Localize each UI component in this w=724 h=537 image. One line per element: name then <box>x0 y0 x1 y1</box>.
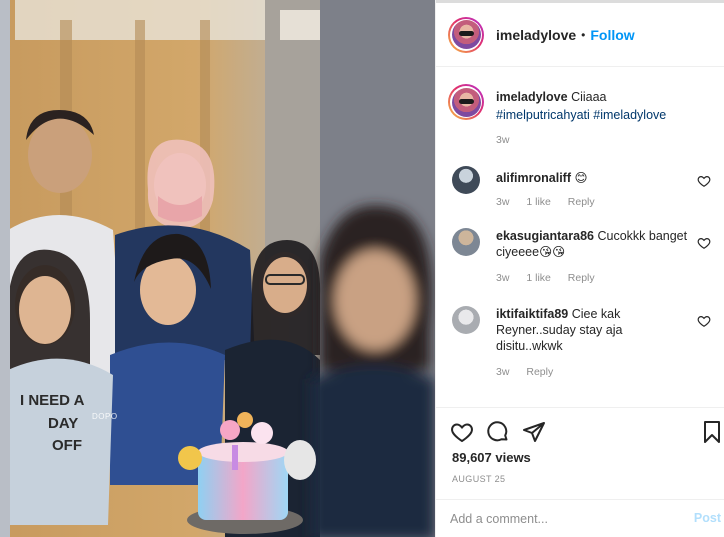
heart-icon[interactable] <box>450 420 474 444</box>
comment-time[interactable]: 3w <box>496 272 509 284</box>
bookmark-icon[interactable] <box>700 420 724 444</box>
comment-input[interactable] <box>450 508 670 530</box>
post-media[interactable]: I NEED A DAY OFF DOPO <box>0 0 435 537</box>
post-comment-button[interactable]: Post <box>694 511 721 525</box>
comment-text-block: alifimronaliff 😊 <box>496 170 691 186</box>
comment-text-block: iktifaiktifa89 Ciee kak Reyner..suday st… <box>496 306 691 354</box>
shirt-text: OFF <box>52 437 82 454</box>
comment-meta: 3w 1 like Reply <box>496 272 609 284</box>
comment-icon[interactable] <box>486 420 510 444</box>
comment-like-heart-icon[interactable] <box>697 314 711 328</box>
comment-meta: 3w Reply <box>496 366 567 378</box>
caption-text-block: imeladylove Ciiaaa #imelputricahyati #im… <box>496 88 711 124</box>
caption-username[interactable]: imeladylove <box>496 90 568 104</box>
commenter-avatar[interactable] <box>452 306 480 334</box>
comment-likes[interactable]: 1 like <box>526 272 551 284</box>
reply-button[interactable]: Reply <box>568 272 595 284</box>
comment-composer: Post <box>436 499 724 537</box>
comments-list[interactable]: imeladylove Ciiaaa #imelputricahyati #im… <box>436 68 724 406</box>
comment-text: 😊 <box>574 171 588 185</box>
media-edge-strip <box>0 0 10 537</box>
caption-text: Ciiaaa <box>571 90 607 104</box>
views-count[interactable]: 89,607 views <box>452 450 531 465</box>
share-icon[interactable] <box>522 420 546 444</box>
separator-dot: • <box>581 27 586 42</box>
reply-button[interactable]: Reply <box>526 366 553 378</box>
hashtag-link[interactable]: #imelputricahyati <box>496 108 590 122</box>
post-actions: 89,607 views August 25 <box>436 407 724 499</box>
commenter-avatar[interactable] <box>452 228 480 256</box>
comment-likes[interactable]: 1 like <box>526 196 551 208</box>
post-header: imeladylove • Follow <box>436 3 724 67</box>
media-illustration: I NEED A DAY OFF <box>0 0 435 537</box>
comment-like-heart-icon[interactable] <box>697 174 711 188</box>
caption-time[interactable]: 3w <box>496 134 509 146</box>
commenter-username[interactable]: iktifaiktifa89 <box>496 307 568 321</box>
post-sidebar: imeladylove • Follow imeladylove Ciiaaa … <box>435 0 724 537</box>
shirt-text: DAY <box>48 415 78 432</box>
comment-meta: 3w 1 like Reply <box>496 196 609 208</box>
author-username[interactable]: imeladylove <box>496 27 576 43</box>
comment-text-block: ekasugiantara86 Cucokkk banget ciyeeee😘😘 <box>496 228 691 260</box>
caption-meta: 3w <box>496 134 523 146</box>
commenter-username[interactable]: alifimronaliff <box>496 171 571 185</box>
commenter-username[interactable]: ekasugiantara86 <box>496 229 594 243</box>
follow-button[interactable]: Follow <box>590 27 634 43</box>
hashtag-link[interactable]: #imeladylove <box>593 108 666 122</box>
commenter-avatar[interactable] <box>452 166 480 194</box>
comment-time[interactable]: 3w <box>496 196 509 208</box>
post-date[interactable]: August 25 <box>452 474 505 484</box>
reply-button[interactable]: Reply <box>568 196 595 208</box>
comment-like-heart-icon[interactable] <box>697 236 711 250</box>
caption-avatar[interactable] <box>448 84 484 120</box>
shirt-text: I NEED A <box>20 392 85 409</box>
author-avatar[interactable] <box>448 16 484 53</box>
comment-time[interactable]: 3w <box>496 366 509 378</box>
media-watermark: DOPO <box>92 412 118 421</box>
